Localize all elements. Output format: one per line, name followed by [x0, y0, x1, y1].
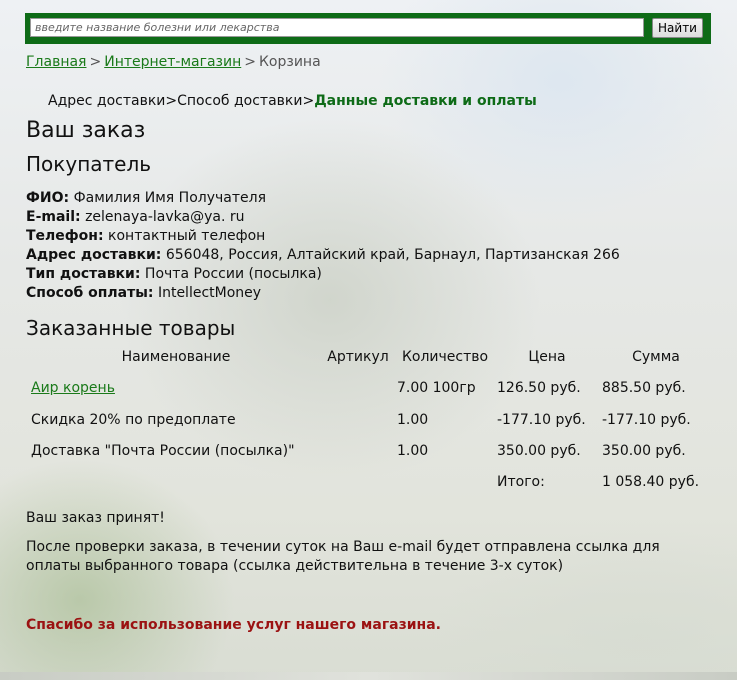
row-quantity: 7.00 100гр — [397, 380, 476, 396]
buyer-field-email: E-mail: zelenaya-lavka@ya. ru — [26, 208, 620, 227]
row-sum: -177.10 руб. — [602, 412, 691, 428]
buyer-field-payment-method: Способ оплаты: IntellectMoney — [26, 284, 620, 303]
buyer-heading: Покупатель — [26, 152, 152, 176]
field-value: 656048, Россия, Алтайский край, Барнаул,… — [165, 247, 620, 263]
row-sum: 885.50 руб. — [602, 380, 686, 396]
column-header-quantity: Количество — [401, 349, 489, 365]
row-price: 126.50 руб. — [497, 380, 581, 396]
search-bar: Найти — [25, 13, 711, 44]
search-button[interactable]: Найти — [652, 18, 703, 38]
row-name: Доставка "Почта России (посылка)" — [31, 443, 295, 459]
field-label: E-mail: — [26, 209, 81, 225]
row-name: Скидка 20% по предоплате — [31, 412, 236, 428]
column-header-article: Артикул — [327, 349, 389, 365]
field-label: Адрес доставки: — [26, 247, 162, 263]
row-price: 350.00 руб. — [497, 443, 581, 459]
column-header-name: Наименование — [121, 349, 231, 365]
breadcrumb-current: Корзина — [258, 54, 321, 70]
field-label: ФИО: — [26, 190, 70, 206]
thanks-message: Спасибо за использование услуг нашего ма… — [26, 617, 441, 633]
step-delivery-payment-data: Данные доставки и оплаты — [314, 93, 537, 109]
breadcrumb-shop-link[interactable]: Интернет-магазин — [104, 54, 241, 70]
field-value: zelenaya-lavka@ya. ru — [85, 209, 245, 225]
field-value: контактный телефон — [108, 228, 266, 244]
field-value: IntellectMoney — [157, 285, 262, 301]
field-value: Фамилия Имя Получателя — [73, 190, 266, 206]
buyer-field-phone: Телефон: контактный телефон — [26, 227, 620, 246]
column-header-sum: Сумма — [632, 349, 680, 365]
step-separator: > — [165, 93, 178, 109]
buyer-info: ФИО: Фамилия Имя Получателя E-mail: zele… — [26, 189, 620, 303]
page-title: Ваш заказ — [26, 118, 146, 143]
buyer-field-address: Адрес доставки: 656048, Россия, Алтайски… — [26, 246, 620, 265]
total-value: 1 058.40 руб. — [602, 474, 700, 490]
step-separator: > — [302, 93, 315, 109]
row-sum: 350.00 руб. — [602, 443, 686, 459]
field-label: Способ оплаты: — [26, 285, 154, 301]
row-quantity: 1.00 — [397, 443, 429, 459]
row-quantity: 1.00 — [397, 412, 429, 428]
buyer-field-name: ФИО: Фамилия Имя Получателя — [26, 189, 620, 208]
product-link[interactable]: Аир корень — [31, 380, 115, 396]
total-label: Итого: — [497, 474, 545, 490]
breadcrumb-home-link[interactable]: Главная — [26, 54, 86, 70]
field-value: Почта России (посылка) — [144, 266, 322, 282]
order-accepted-message: Ваш заказ принят! — [26, 510, 165, 526]
buyer-field-delivery-type: Тип доставки: Почта России (посылка) — [26, 265, 620, 284]
step-delivery-method: Способ доставки — [177, 93, 303, 109]
order-info-message: После проверки заказа, в течении суток н… — [26, 539, 660, 574]
breadcrumb-separator: > — [244, 54, 256, 70]
field-label: Телефон: — [26, 228, 104, 244]
page-bottom-edge — [0, 672, 737, 680]
checkout-steps: Адрес доставки>Способ доставки>Данные до… — [48, 93, 537, 109]
search-input[interactable] — [30, 18, 644, 37]
breadcrumb-separator: > — [89, 54, 102, 70]
field-label: Тип доставки: — [26, 266, 141, 282]
row-price: -177.10 руб. — [497, 412, 586, 428]
step-delivery-address: Адрес доставки — [48, 93, 166, 109]
items-heading: Заказанные товары — [26, 316, 236, 340]
breadcrumb: Главная > Интернет-магазин > Корзина — [26, 54, 321, 70]
column-header-price: Цена — [528, 349, 566, 365]
